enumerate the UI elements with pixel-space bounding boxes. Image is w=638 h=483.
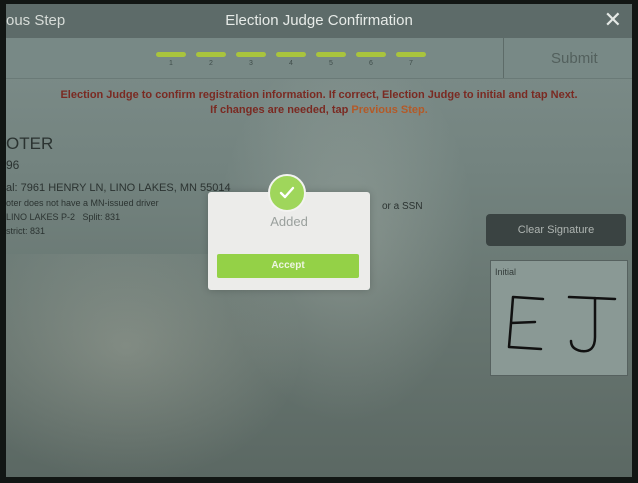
voter-ssn-note: or a SSN bbox=[382, 201, 423, 212]
voter-id: 96 bbox=[6, 158, 20, 172]
success-check-icon bbox=[268, 174, 306, 212]
step-3: 3 bbox=[236, 46, 266, 67]
instructions-prefix: If changes are needed, tap bbox=[210, 104, 352, 116]
app-screen: ous Step Election Judge Confirmation ✕ S… bbox=[6, 4, 632, 477]
previous-step-link[interactable]: Previous Step. bbox=[351, 104, 427, 116]
page-title: Election Judge Confirmation bbox=[225, 12, 413, 29]
dialog-message: Added bbox=[270, 214, 308, 229]
step-7: 7 bbox=[396, 46, 426, 67]
voter-precinct: LINO LAKES P-2 Split: 831 bbox=[6, 212, 231, 222]
step-5: 5 bbox=[316, 46, 346, 67]
accept-button[interactable]: Accept bbox=[217, 254, 359, 278]
initial-signature-pad[interactable]: Initial bbox=[490, 260, 628, 376]
step-1: 1 bbox=[156, 46, 186, 67]
handwritten-initials bbox=[507, 295, 617, 353]
instructions-line-1: Election Judge to confirm registration i… bbox=[60, 89, 578, 101]
voter-address: al: 7961 HENRY LN, LINO LAKES, MN 55014 bbox=[6, 182, 231, 194]
clear-signature-button[interactable]: Clear Signature bbox=[486, 214, 626, 246]
step-6: 6 bbox=[356, 46, 386, 67]
step-2: 2 bbox=[196, 46, 226, 67]
step-4: 4 bbox=[276, 46, 306, 67]
device-frame: ous Step Election Judge Confirmation ✕ S… bbox=[0, 0, 638, 483]
precinct-value: LINO LAKES P-2 bbox=[6, 212, 76, 222]
top-bar: ous Step Election Judge Confirmation ✕ bbox=[6, 4, 632, 38]
split-value: Split: 831 bbox=[82, 212, 121, 222]
instructions-line-2: If changes are needed, tap Previous Step… bbox=[6, 103, 632, 118]
step-indicator: 1 2 3 4 5 6 7 bbox=[156, 46, 436, 76]
instructions: Election Judge to confirm registration i… bbox=[6, 88, 632, 118]
submit-button[interactable]: Submit bbox=[551, 50, 598, 67]
voter-details: OTER 96 al: 7961 HENRY LN, LINO LAKES, M… bbox=[6, 134, 231, 236]
voter-district: strict: 831 bbox=[6, 226, 46, 236]
voter-heading: OTER bbox=[6, 134, 54, 153]
voter-license-note: oter does not have a MN-issued driver bbox=[6, 198, 159, 208]
progress-divider bbox=[503, 38, 504, 78]
close-icon[interactable]: ✕ bbox=[604, 7, 622, 33]
